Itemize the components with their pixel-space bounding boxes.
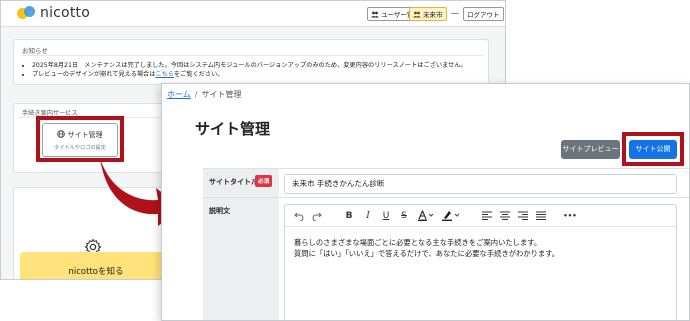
- highlight-color-icon[interactable]: [441, 209, 461, 222]
- logo-text: nicotto: [40, 5, 90, 21]
- logout-button[interactable]: ログアウト: [463, 7, 504, 21]
- description-line: 質問に「はい」「いいえ」で答えるだけで、あなたに必要な手続きがわかります。: [294, 249, 560, 258]
- editor-content: 暮らしのさまざまな場面ごとに必要となる主な手続きをご案内いたします。 質問に「は…: [294, 237, 559, 259]
- know-nicotto-button[interactable]: nicottoを知る: [20, 252, 172, 279]
- notice-link[interactable]: こちら: [155, 71, 174, 78]
- breadcrumb-home-link[interactable]: ホーム: [167, 90, 191, 99]
- breadcrumb-separator: /: [194, 90, 198, 99]
- bold-icon[interactable]: B: [343, 209, 355, 222]
- breadcrumb: ホーム / サイト管理: [167, 89, 241, 100]
- city-label: 未来市: [423, 11, 443, 19]
- notice-item: 2025年8月21日 メンテナンスは完了しました。今回はシステム内モジュールのバ…: [32, 61, 467, 70]
- italic-icon[interactable]: I: [362, 209, 374, 222]
- users-icon: [371, 11, 379, 17]
- editor-toolbar: B I U S •••: [285, 205, 676, 227]
- notice-panel: お知らせ 2025年8月21日 メンテナンスは完了しました。今回はシステム内モジ…: [13, 39, 489, 85]
- site-title-label: サイトタイトル: [209, 178, 258, 186]
- underline-icon[interactable]: U: [380, 209, 392, 222]
- notice-item: プレビューのデザインが崩れて見える場合はこちらをご覧ください。: [32, 70, 467, 79]
- page-title: サイト管理: [195, 120, 271, 138]
- description-editor[interactable]: B I U S ••• 暮らしのさまざまな場面ごとに必要となる主な手続きをご案内…: [284, 204, 677, 320]
- more-options-icon[interactable]: •••: [563, 209, 577, 222]
- redo-icon[interactable]: [311, 209, 323, 222]
- header-divider: [451, 13, 459, 14]
- breadcrumb-current: サイト管理: [201, 90, 242, 99]
- site-settings-form: サイトタイトル 必須 未来市 手続きかんたん診断 説明文 B I U S •••…: [203, 168, 689, 320]
- notice-list: 2025年8月21日 メンテナンスは完了しました。今回はシステム内モジュールのバ…: [32, 61, 467, 79]
- align-left-icon[interactable]: [481, 209, 493, 222]
- strikethrough-icon[interactable]: S: [398, 209, 410, 222]
- highlight-box: [622, 132, 684, 166]
- app-header: nicotto ユーザー覧 未来市 ログアウト: [1, 1, 505, 27]
- divider: [22, 55, 484, 56]
- align-center-icon[interactable]: [499, 209, 511, 222]
- site-admin-screenshot: ホーム / サイト管理 サイト管理 サイトプレビュー サイト公開 サイトタイトル 必…: [161, 83, 690, 321]
- site-title-input[interactable]: 未来市 手続きかんたん診断: [284, 174, 677, 194]
- divider: [203, 197, 689, 198]
- required-badge: 必須: [255, 175, 273, 187]
- site-preview-button[interactable]: サイトプレビュー: [561, 140, 620, 159]
- align-right-icon[interactable]: [517, 209, 529, 222]
- logout-label: ログアウト: [467, 11, 500, 19]
- undo-icon[interactable]: [293, 209, 305, 222]
- align-justify-icon[interactable]: [535, 209, 547, 222]
- users-icon: [413, 11, 421, 17]
- logo-mark-icon: [17, 6, 37, 20]
- text-color-icon[interactable]: [417, 209, 435, 222]
- nicotto-logo[interactable]: nicotto: [17, 5, 90, 21]
- description-label: 説明文: [209, 207, 230, 215]
- city-button[interactable]: 未来市: [409, 7, 447, 21]
- description-line: 暮らしのさまざまな場面ごとに必要となる主な手続きをご案内いたします。: [294, 238, 542, 247]
- notice-title: お知らせ: [22, 47, 48, 55]
- label-column: [203, 169, 279, 320]
